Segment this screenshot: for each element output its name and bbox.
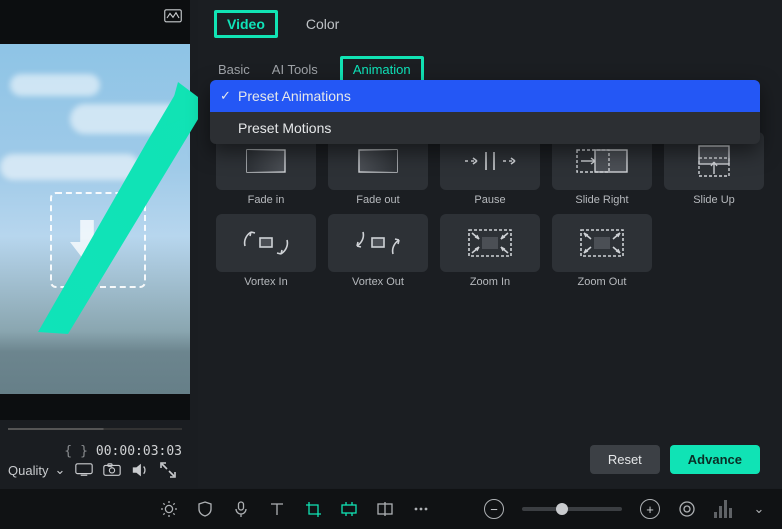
anim-label: Zoom In: [470, 276, 510, 288]
subtab-ai-tools[interactable]: AI Tools: [272, 62, 318, 77]
inspector-pane: Video Color Basic AI Tools Animation Pre…: [198, 0, 782, 488]
preview-placeholder: 3: [50, 192, 146, 288]
bottom-buttons: Reset Advance: [590, 445, 760, 474]
anim-vortex-in[interactable]: Vortex In: [212, 214, 320, 288]
preview-bottom-row: Quality ⌄: [0, 454, 190, 486]
subtab-basic[interactable]: Basic: [218, 62, 250, 77]
bottom-toolbar: − + ⌄: [0, 489, 782, 529]
anim-label: Fade out: [356, 194, 399, 206]
text-icon[interactable]: [268, 500, 286, 518]
quality-dropdown[interactable]: Quality ⌄: [8, 462, 65, 478]
crop-icon[interactable]: [304, 500, 322, 518]
anim-vortex-out[interactable]: Vortex Out: [324, 214, 432, 288]
dropdown-item-preset-motions[interactable]: Preset Motions: [210, 112, 760, 144]
dropdown-item-preset-animations[interactable]: Preset Animations: [210, 80, 760, 112]
brightness-icon[interactable]: [160, 500, 178, 518]
anim-label: Slide Up: [693, 194, 735, 206]
speaker-icon[interactable]: [131, 463, 149, 477]
chevron-down-icon: ⌄: [54, 462, 65, 478]
zoom-slider[interactable]: [522, 507, 622, 511]
anim-label: Slide Right: [575, 194, 628, 206]
toolbar-chevron-down-icon[interactable]: ⌄: [750, 500, 768, 518]
timeline-scrub[interactable]: [8, 428, 182, 430]
equalizer-icon[interactable]: [714, 500, 732, 518]
camera-icon[interactable]: [103, 463, 121, 477]
anim-label: Fade in: [248, 194, 285, 206]
preview-framebar: [0, 0, 190, 32]
annotation-highlight-animation: Animation: [340, 56, 424, 83]
quality-label: Quality: [8, 463, 48, 478]
subtab-animation[interactable]: Animation: [353, 62, 411, 77]
preview-pane: 3: [0, 0, 190, 420]
advance-button[interactable]: Advance: [670, 445, 760, 474]
preset-dropdown[interactable]: Preset Animations Preset Motions: [210, 80, 760, 144]
preview-image: 3: [0, 44, 190, 394]
anim-label: Vortex In: [244, 276, 287, 288]
annotation-highlight-video: Video: [214, 10, 278, 38]
zoom-out-button[interactable]: −: [484, 499, 504, 519]
arrow-down-icon: [70, 220, 104, 264]
shield-icon[interactable]: [196, 500, 214, 518]
more-icon[interactable]: [412, 500, 430, 518]
tab-video[interactable]: Video: [227, 16, 265, 32]
split-icon[interactable]: [376, 500, 394, 518]
zoom-slider-knob[interactable]: [556, 503, 568, 515]
fullscreen-icon[interactable]: [159, 463, 177, 477]
reset-button[interactable]: Reset: [590, 445, 660, 474]
cast-icon[interactable]: [75, 463, 93, 477]
zoom-in-button[interactable]: +: [640, 499, 660, 519]
fit-icon[interactable]: [678, 500, 696, 518]
tab-color[interactable]: Color: [306, 16, 339, 32]
waveform-icon[interactable]: [164, 9, 182, 23]
anim-label: Vortex Out: [352, 276, 404, 288]
top-tabs: Video Color: [198, 0, 782, 44]
animations-grid: Fade in Fade out Pause Slide Right Slide…: [212, 132, 764, 288]
anim-zoom-in[interactable]: Zoom In: [436, 214, 544, 288]
anim-zoom-out[interactable]: Zoom Out: [548, 214, 656, 288]
mic-icon[interactable]: [232, 500, 250, 518]
anim-label: Zoom Out: [578, 276, 627, 288]
anim-label: Pause: [474, 194, 505, 206]
expand-icon[interactable]: [340, 500, 358, 518]
placeholder-number: 3: [115, 200, 134, 239]
